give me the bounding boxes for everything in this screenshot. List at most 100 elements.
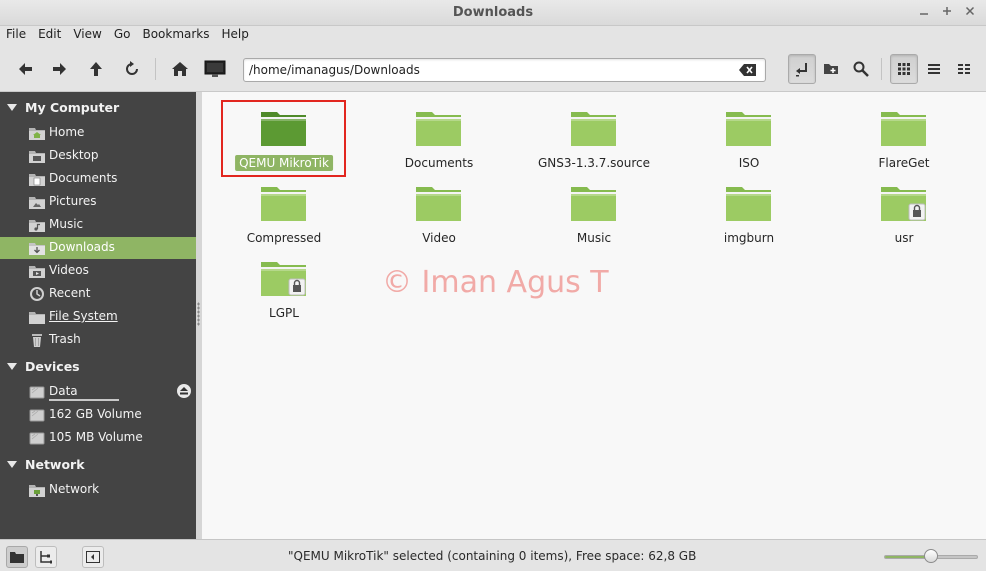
- folder-icon: [571, 187, 616, 221]
- reload-icon: [126, 61, 138, 75]
- folder-icon: [416, 112, 461, 146]
- location-toggle-icon: [796, 63, 807, 77]
- list-view-button[interactable]: [920, 54, 948, 84]
- back-button[interactable]: [11, 54, 39, 84]
- sidebar-item-videos[interactable]: Videos: [0, 260, 196, 282]
- expand-triangle-icon: [7, 461, 17, 468]
- folder-icon: [10, 552, 24, 563]
- forward-button[interactable]: [46, 54, 74, 84]
- drive-icon: [29, 386, 45, 399]
- folder-name: Video: [422, 231, 456, 245]
- folder-icon: [261, 187, 306, 221]
- maximize-button[interactable]: [940, 4, 953, 20]
- downloads-folder-icon: [29, 243, 45, 255]
- folder-item[interactable]: ISO: [684, 106, 814, 176]
- toolbar-separator: [881, 58, 882, 80]
- sidebar-item-162gb-volume[interactable]: 162 GB Volume: [0, 404, 196, 426]
- list-view-icon: [928, 64, 940, 74]
- drive-usage-bar: [49, 399, 119, 401]
- minimize-icon: [919, 13, 928, 15]
- zoom-slider-handle[interactable]: [924, 549, 938, 563]
- sidebar-item-105mb-volume[interactable]: 105 MB Volume: [0, 427, 196, 449]
- folder-name: Music: [576, 231, 612, 245]
- folder-item[interactable]: Compressed: [219, 181, 349, 251]
- sidebar-item-downloads[interactable]: Downloads: [0, 237, 196, 259]
- folder-icon: [881, 112, 926, 146]
- expand-triangle-icon: [7, 363, 17, 370]
- location-bar: [243, 58, 766, 82]
- eject-icon: [180, 387, 188, 395]
- menu-file[interactable]: File: [6, 26, 32, 46]
- grid-view-icon: [898, 63, 910, 75]
- folder-item[interactable]: Music: [529, 181, 659, 251]
- show-treeview-button[interactable]: [35, 546, 57, 568]
- search-icon: [853, 61, 869, 77]
- folder-item[interactable]: LGPL: [219, 256, 349, 326]
- folder-name: Compressed: [246, 231, 322, 245]
- new-folder-button[interactable]: [818, 54, 846, 84]
- location-input[interactable]: [244, 59, 724, 81]
- menu-edit[interactable]: Edit: [38, 26, 67, 46]
- sidebar-item-music[interactable]: Music: [0, 214, 196, 236]
- menu-help[interactable]: Help: [222, 26, 255, 46]
- hide-sidebar-button[interactable]: [82, 546, 104, 568]
- drive-icon: [29, 432, 45, 445]
- sidebar: My Computer Home Desktop Documents Pictu…: [0, 92, 196, 539]
- clear-location-button[interactable]: [739, 63, 757, 77]
- sidebar-item-home[interactable]: Home: [0, 122, 196, 144]
- folder-name: GNS3-1.3.7.source: [537, 156, 651, 170]
- folder-plus-icon: [824, 64, 838, 74]
- menu-go[interactable]: Go: [114, 26, 137, 46]
- folder-item[interactable]: usr: [839, 181, 969, 251]
- window-title: Downloads: [452, 5, 534, 20]
- home-button[interactable]: [166, 54, 194, 84]
- sidebar-item-data-drive[interactable]: Data: [0, 381, 196, 403]
- folder-item[interactable]: Video: [374, 181, 504, 251]
- close-button[interactable]: [963, 4, 976, 20]
- computer-button[interactable]: [201, 54, 229, 84]
- sidebar-item-desktop[interactable]: Desktop: [0, 145, 196, 167]
- folder-item[interactable]: imgburn: [684, 181, 814, 251]
- sidebar-section-my-computer[interactable]: My Computer: [7, 100, 119, 115]
- compact-view-button[interactable]: [950, 54, 978, 84]
- desktop-folder-icon: [29, 151, 45, 163]
- toggle-location-entry-button[interactable]: [788, 54, 816, 84]
- toolbar-separator: [155, 58, 156, 80]
- sidebar-item-documents[interactable]: Documents: [0, 168, 196, 190]
- search-button[interactable]: [847, 54, 875, 84]
- filesystem-icon: [29, 312, 45, 324]
- up-arrow-icon: [90, 62, 102, 76]
- music-folder-icon: [29, 220, 45, 232]
- show-places-button[interactable]: [6, 546, 28, 568]
- sidebar-item-network[interactable]: Network: [0, 479, 196, 501]
- folder-item[interactable]: GNS3-1.3.7.source: [529, 106, 659, 176]
- icon-view-button[interactable]: [890, 54, 918, 84]
- sidebar-section-devices[interactable]: Devices: [7, 359, 80, 374]
- drive-icon: [29, 409, 45, 422]
- tree-view-icon: [40, 551, 52, 564]
- menu-bookmarks[interactable]: Bookmarks: [142, 26, 215, 46]
- trash-icon: [32, 334, 42, 347]
- menu-view[interactable]: View: [73, 26, 107, 46]
- folder-name: QEMU MikroTik: [235, 155, 333, 171]
- locked-folder-icon: [881, 187, 926, 221]
- minimize-button[interactable]: [917, 4, 930, 20]
- sidebar-section-network[interactable]: Network: [7, 457, 85, 472]
- up-button[interactable]: [82, 54, 110, 84]
- sidebar-item-recent[interactable]: Recent: [0, 283, 196, 305]
- folder-item[interactable]: FlareGet: [839, 106, 969, 176]
- reload-button[interactable]: [118, 54, 146, 84]
- sidebar-toggle-icon: [86, 551, 100, 563]
- forward-arrow-icon: [53, 63, 66, 75]
- sidebar-item-file-system[interactable]: File System: [0, 306, 196, 328]
- folder-item[interactable]: QEMU MikroTik: [219, 106, 349, 176]
- folder-item[interactable]: Documents: [374, 106, 504, 176]
- folder-name: Documents: [404, 156, 474, 170]
- folder-icon: [726, 187, 771, 221]
- eject-button[interactable]: [177, 384, 191, 398]
- folder-icon: [571, 112, 616, 146]
- monitor-icon: [204, 60, 226, 77]
- sidebar-item-pictures[interactable]: Pictures: [0, 191, 196, 213]
- sidebar-item-trash[interactable]: Trash: [0, 329, 196, 351]
- compact-view-icon: [958, 64, 970, 74]
